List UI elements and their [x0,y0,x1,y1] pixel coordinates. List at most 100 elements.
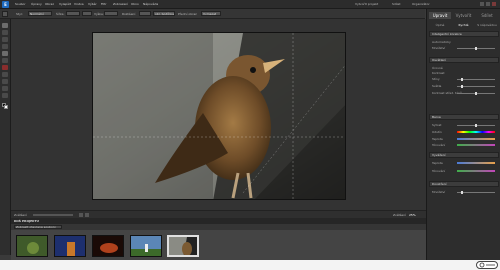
tab-share[interactable]: Sdílet [476,12,498,19]
highlights-label: Světla [432,84,442,88]
tools-panel [0,19,11,255]
front-image-button[interactable]: Přední obraz [178,12,197,16]
section-sharpen[interactable]: Doostření [429,181,499,187]
slider-knob[interactable] [475,124,477,127]
slider-knob[interactable] [475,92,477,95]
eyedropper-tool-icon[interactable] [2,44,8,49]
text-tool-icon[interactable] [2,93,8,98]
create-project-button[interactable]: Vytvořit projekt [355,2,378,6]
resolution-label: Rozlišení: [122,12,137,16]
slider-knob[interactable] [461,78,463,81]
section-balance[interactable]: Vyvážení [429,152,499,158]
slider-knob[interactable] [461,191,463,194]
color-temperature-label: Teplota [432,137,443,141]
balance-temperature-slider[interactable] [457,162,495,164]
minimize-icon[interactable] [480,2,484,6]
bird-photo [93,33,345,199]
close-icon[interactable] [492,2,496,6]
section-smart-fix[interactable]: Inteligentní korekce [429,31,499,37]
resolution-field[interactable] [139,11,151,16]
levels-auto-button[interactable]: Úrovně [432,66,443,70]
style-select[interactable]: Normální [28,11,52,16]
brush-tool-icon[interactable] [2,79,8,84]
crop-tool-icon[interactable] [2,51,8,56]
project-bin [11,230,426,260]
gradient-tool-icon[interactable] [2,86,8,91]
width-label: Šířka: [56,12,65,16]
midtone-contrast-slider[interactable] [457,92,495,95]
hue-slider[interactable] [457,131,495,133]
zoom-slider[interactable] [33,214,73,216]
smart-fix-auto-button[interactable]: Automaticky [432,40,451,44]
color-tint-slider[interactable] [457,144,495,146]
style-label: Styl: [16,12,23,16]
smart-fix-amount-slider[interactable] [457,47,495,50]
swap-dimensions-button[interactable] [82,11,92,16]
contrast-auto-button[interactable]: Kontrast [432,71,445,75]
balance-tint-label: Tónování [432,169,446,173]
section-color[interactable]: Barva [429,114,499,120]
mode-full[interactable]: Úplné [429,23,451,28]
marquee-tool-preset-icon[interactable] [2,11,8,17]
healing-brush-tool-icon[interactable] [2,72,8,77]
background-color-icon[interactable] [4,105,8,109]
highlights-slider[interactable] [457,85,495,88]
thumbnail-2[interactable] [54,235,86,257]
mode-quick[interactable]: Rychlé [452,23,475,28]
zoom-tool-icon[interactable] [2,30,8,35]
menu-file[interactable]: Soubor [15,2,26,6]
marquee-tool-icon[interactable] [2,58,8,63]
thumbnail-3[interactable] [92,235,124,257]
menu-view[interactable]: Zobrazení [113,2,128,6]
sharpen-amount-label: Množství [432,190,446,194]
units-select[interactable]: obr. bodů/palec [153,11,175,16]
height-field[interactable] [104,11,118,16]
photo-canvas[interactable] [92,32,346,200]
tab-create[interactable]: Vytvořit [452,12,475,19]
move-tool-icon[interactable] [2,23,8,28]
menu-image[interactable]: Obraz [45,2,54,6]
menu-edit[interactable]: Úpravy [31,2,42,6]
zoom-label: Zvětšení [14,213,27,217]
tab-edit[interactable]: Upravit [429,12,451,19]
bin-view-dropdown[interactable]: Zobrazit otevřené soubory [14,225,62,229]
maximize-icon[interactable] [486,2,490,6]
slider-knob[interactable] [461,85,463,88]
app-logo-icon: E [2,1,9,8]
system-bar [0,260,500,270]
thumbnail-4[interactable] [130,235,162,257]
menu-layer[interactable]: Vrstva [74,2,84,6]
status-bar: Zvětšení Zvětšení 25% [11,210,426,218]
color-temperature-slider[interactable] [457,138,495,140]
saturation-slider[interactable] [457,124,495,127]
color-tint-label: Tónování [432,143,446,147]
mode-guided[interactable]: S nápovědou [476,23,498,28]
sharpen-amount-slider[interactable] [457,191,495,194]
section-lighting[interactable]: Osvětlení [429,57,499,63]
menu-window[interactable]: Okno [131,2,139,6]
height-label: Výška: [94,12,104,16]
red-eye-tool-icon[interactable] [2,65,8,70]
hand-tool-icon[interactable] [2,37,8,42]
slider-knob[interactable] [475,47,477,50]
balance-tint-slider[interactable] [457,170,495,172]
organizer-button[interactable]: Organizátor [412,2,430,6]
shadows-slider[interactable] [457,78,495,81]
menu-help[interactable]: Nápověda [143,2,158,6]
clear-button[interactable]: Vymazat [201,11,221,16]
thumbnail-2-image [55,236,85,256]
balance-temperature-label: Teplota [432,161,443,165]
thumbnail-1-image [17,236,47,256]
width-field[interactable] [66,11,80,16]
menu-select[interactable]: Výběr [88,2,97,6]
zoom-label-right: Zvětšení [393,213,406,217]
menu-filter[interactable]: Filtr [101,2,107,6]
zoom-out-icon[interactable] [79,213,83,217]
thumbnail-1[interactable] [16,235,48,257]
share-button[interactable]: Sdílet [392,2,401,6]
shadows-label: Stíny [432,77,440,81]
watermark-logo-shape [479,262,495,268]
zoom-in-icon[interactable] [85,213,89,217]
menu-enhance[interactable]: Vylepšit [59,2,71,6]
thumbnail-5-selected[interactable] [167,235,199,257]
